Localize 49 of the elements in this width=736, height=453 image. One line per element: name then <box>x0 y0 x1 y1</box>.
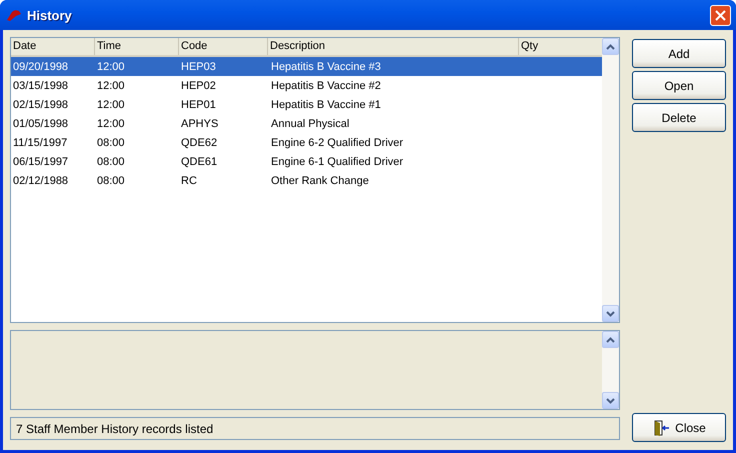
table-row[interactable]: 11/15/1997 08:00 QDE62 Engine 6-2 Qualified Driver <box>11 133 602 152</box>
table-row[interactable]: 02/15/1998 12:00 HEP01 Hepatitis B Vaccine #1 <box>11 95 602 114</box>
table-cell-text: QDE61 <box>180 156 218 168</box>
table-cell-text: 12:00 <box>96 118 126 130</box>
action-button[interactable]: Open <box>632 71 726 100</box>
table-cell-text: 12:00 <box>96 98 126 110</box>
table-cell-text: 06/15/1997 <box>12 156 70 168</box>
table-cell-text: HEP02 <box>180 80 217 92</box>
status-bar: 7 Staff Member History records listed <box>10 417 620 440</box>
table-cell-text: HEP03 <box>180 60 217 72</box>
column-header[interactable]: Time <box>94 38 178 55</box>
table-cell-text: QDE62 <box>180 136 218 148</box>
table-cell-text: 01/05/1998 <box>12 118 70 130</box>
notes-field[interactable] <box>10 330 620 410</box>
window-title: History <box>27 8 73 22</box>
column-header[interactable]: Date <box>11 38 94 55</box>
column-header[interactable]: Code <box>178 38 267 55</box>
table-cell-text: RC <box>180 174 198 186</box>
column-header[interactable]: Description <box>267 38 518 55</box>
table-cell-text: HEP01 <box>180 98 217 110</box>
action-button[interactable]: Add <box>632 39 726 68</box>
table-cell-text: Other Rank Change <box>270 174 370 186</box>
table-cell-text: Engine 6-1 Qualified Driver <box>270 156 404 168</box>
table-cell-text: 02/12/1988 <box>12 174 70 186</box>
table-cell-text: Engine 6-2 Qualified Driver <box>270 136 404 148</box>
table-cell-text: 09/20/1998 <box>12 60 70 72</box>
door-icon <box>652 418 670 436</box>
table-row[interactable]: 06/15/1997 08:00 QDE61 Engine 6-1 Qualified Driver <box>11 152 602 171</box>
table-cell-text: Hepatitis B Vaccine #3 <box>270 60 382 72</box>
action-button[interactable]: Delete <box>632 103 726 132</box>
table-row[interactable]: 09/20/1998 12:00 HEP03 Hepatitis B Vaccine #3 <box>11 57 602 76</box>
close-button[interactable]: Close <box>632 413 726 442</box>
scrollbar[interactable] <box>602 38 619 322</box>
table-row[interactable]: 03/15/1998 12:00 HEP02 Hepatitis B Vaccine #2 <box>11 76 602 95</box>
table-row[interactable]: 02/12/1988 08:00 RC Other Rank Change <box>11 171 602 190</box>
table-cell-text: Hepatitis B Vaccine #1 <box>270 98 382 110</box>
table-cell-text: 11/15/1997 <box>12 136 68 148</box>
table-cell-text: 08:00 <box>96 156 126 168</box>
table-cell-text: Annual Physical <box>270 118 350 130</box>
table-cell-text: 02/15/1998 <box>12 98 70 110</box>
table-cell-text: 12:00 <box>96 60 126 72</box>
table-row[interactable]: 01/05/1998 12:00 APHYS Annual Physical <box>11 114 602 133</box>
table-cell-text: 08:00 <box>96 136 126 148</box>
close-icon[interactable] <box>710 4 731 26</box>
table-cell-text: 08:00 <box>96 174 126 186</box>
table-cell-text: 03/15/1998 <box>12 80 70 92</box>
table-cell-text: Hepatitis B Vaccine #2 <box>270 80 382 92</box>
table-cell-text: 12:00 <box>96 80 126 92</box>
table-cell-text: APHYS <box>180 118 220 130</box>
